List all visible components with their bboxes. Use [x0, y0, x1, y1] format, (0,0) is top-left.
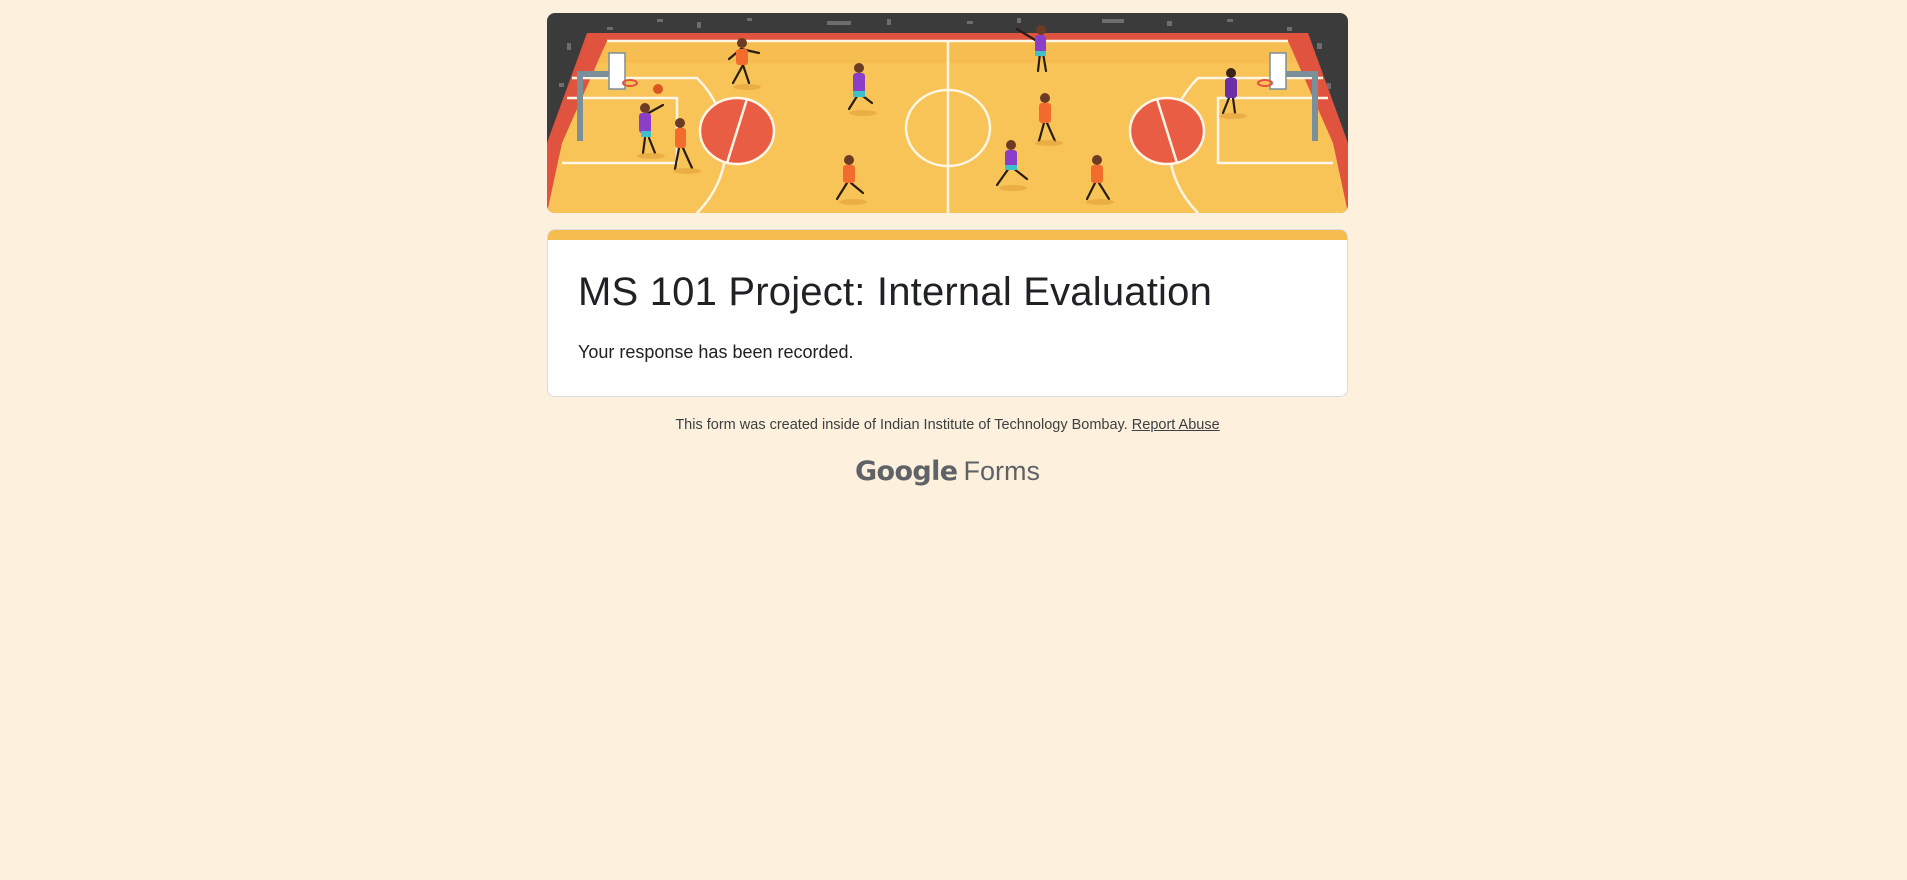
card-body: MS 101 Project: Internal Evaluation Your… — [548, 240, 1347, 396]
created-inside-text: This form was created inside of Indian I… — [675, 417, 1128, 433]
confirmation-message: Your response has been recorded. — [578, 342, 854, 362]
confirmation-card: MS 101 Project: Internal Evaluation Your… — [547, 229, 1348, 397]
report-abuse-link[interactable]: Report Abuse — [1132, 417, 1220, 433]
header-banner-basketball-court — [547, 13, 1348, 213]
google-forms-logo[interactable]: Google Forms — [547, 455, 1348, 488]
form-title: MS 101 Project: Internal Evaluation — [578, 270, 1213, 314]
google-wordmark: Google — [854, 456, 958, 487]
footer-note: This form was created inside of Indian I… — [547, 417, 1348, 433]
form-container: MS 101 Project: Internal Evaluation Your… — [547, 13, 1348, 488]
forms-wordmark: Forms — [963, 456, 1041, 486]
card-accent-bar — [548, 230, 1347, 240]
